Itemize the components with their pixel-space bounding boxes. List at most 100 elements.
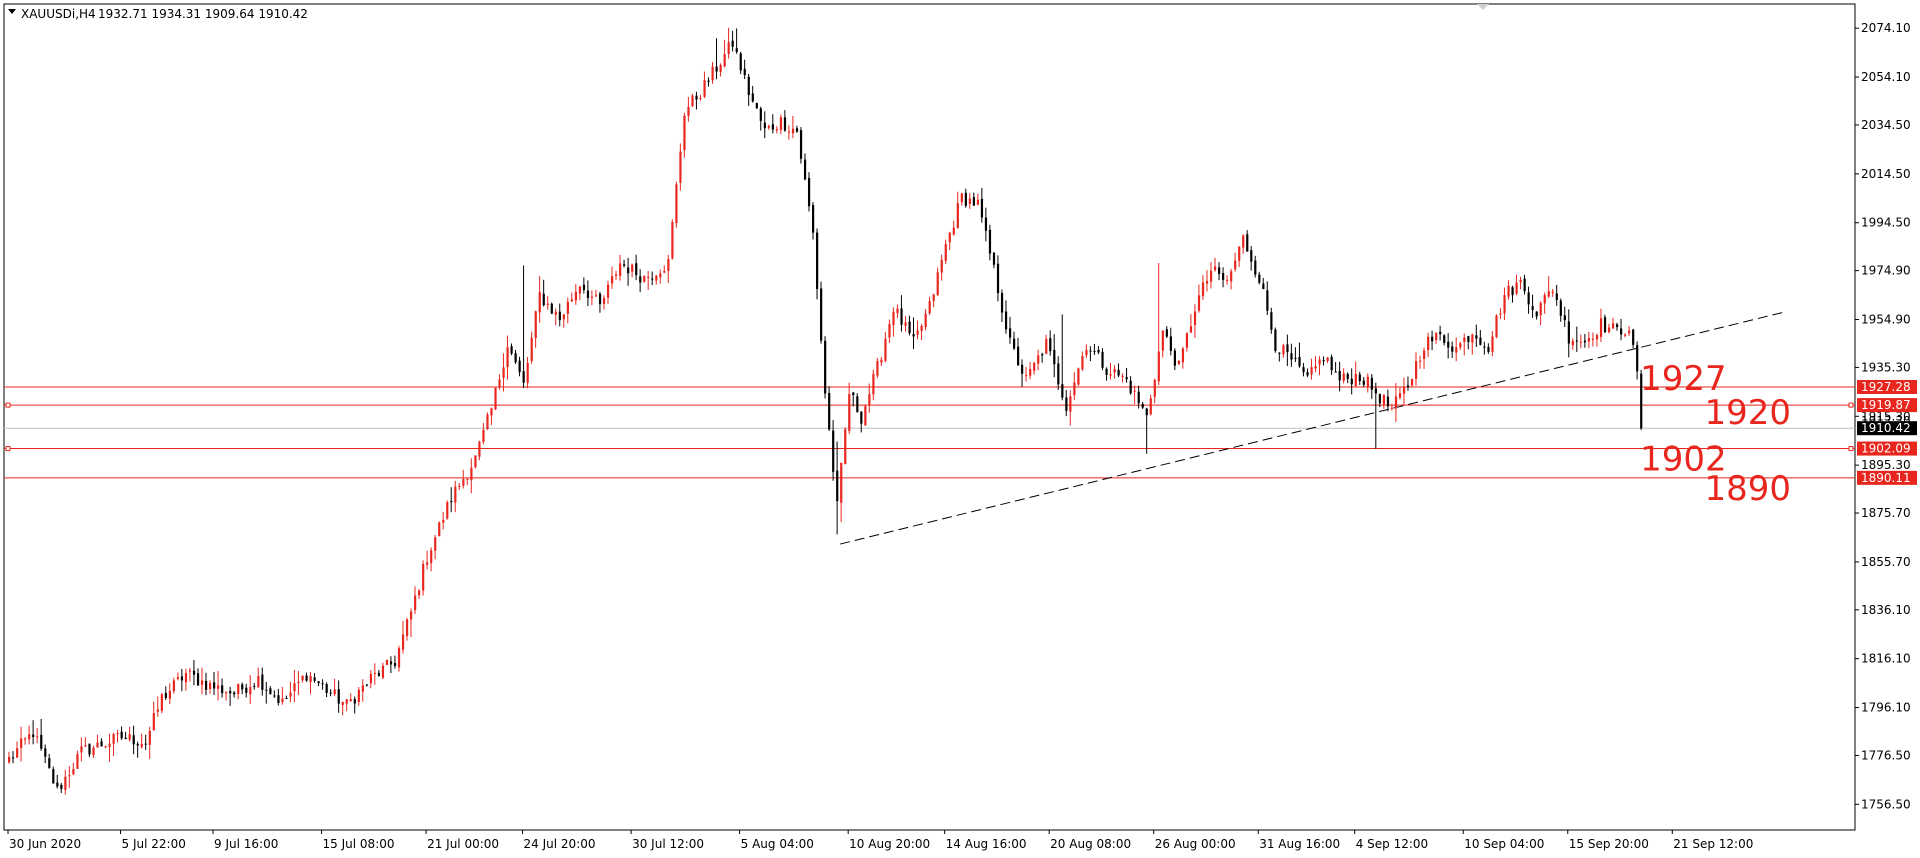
candle-body: [317, 681, 320, 684]
candle-body: [1085, 350, 1088, 356]
candle-body: [40, 734, 43, 749]
price-tick-label: 2034.50: [1861, 118, 1911, 132]
candle-body: [1406, 385, 1410, 387]
candle: [434, 534, 437, 560]
candle: [237, 683, 240, 700]
candle-body: [586, 290, 590, 298]
candle: [389, 656, 393, 674]
candle-body: [1439, 331, 1442, 335]
candle: [960, 192, 963, 206]
scroll-position-icon[interactable]: [1477, 4, 1489, 10]
candle-body: [1117, 369, 1120, 376]
candle: [1053, 334, 1056, 378]
candle-body: [1471, 334, 1474, 343]
candle: [1153, 378, 1156, 404]
candle: [1218, 262, 1221, 281]
candle-body: [52, 769, 55, 784]
candle-body: [1354, 373, 1357, 386]
candle: [265, 681, 268, 704]
candle-body: [1378, 394, 1382, 404]
candle-body: [168, 690, 171, 699]
candle-body: [1419, 360, 1422, 362]
candle: [462, 469, 465, 489]
candle-body: [526, 362, 529, 383]
candle: [820, 281, 823, 344]
candle: [1157, 263, 1160, 386]
candle-body: [1254, 260, 1257, 275]
candle-body: [64, 776, 67, 790]
candle-body: [482, 429, 485, 442]
candle: [687, 96, 690, 122]
candle: [558, 303, 561, 327]
chart-window[interactable]: XAUUSDi,H4 1932.71 1934.31 1909.64 1910.…: [0, 0, 1920, 858]
candle-body: [1097, 349, 1100, 353]
candle: [984, 207, 988, 242]
candle: [209, 680, 212, 694]
candle: [289, 681, 292, 703]
candle-body: [349, 699, 352, 702]
candle: [1185, 332, 1189, 352]
candle: [120, 726, 123, 740]
candle: [980, 187, 984, 223]
candle: [1121, 373, 1124, 383]
candle-body: [1290, 353, 1293, 360]
ohlc-header: 1932.71 1934.31 1909.64 1910.42: [98, 7, 308, 21]
candle-body: [1495, 315, 1498, 337]
candle: [619, 254, 622, 281]
candle-body: [1330, 356, 1333, 371]
candle-body: [494, 387, 497, 410]
candle: [755, 102, 758, 109]
candle: [904, 316, 907, 332]
candle: [1467, 335, 1470, 350]
candle: [285, 695, 288, 699]
candle-body: [1487, 346, 1490, 352]
candle-body: [490, 408, 493, 416]
candle: [695, 91, 698, 110]
candle: [84, 737, 87, 748]
candle-body: [1169, 336, 1172, 351]
candle: [450, 487, 453, 513]
candle: [836, 441, 839, 535]
candle: [341, 701, 344, 716]
candle-body: [659, 273, 662, 278]
candle: [1479, 329, 1482, 346]
candle: [900, 295, 903, 332]
candle: [1004, 300, 1008, 334]
candle-body: [920, 325, 923, 332]
candle-body: [305, 675, 308, 681]
candle: [225, 690, 228, 701]
candle: [221, 678, 224, 698]
candle: [245, 683, 248, 698]
candle-body: [631, 264, 634, 272]
candle-body: [1197, 295, 1201, 311]
candle: [1402, 377, 1406, 406]
candle: [550, 302, 553, 315]
candle: [333, 678, 336, 697]
candle-body: [253, 685, 256, 687]
candle-body: [1129, 380, 1132, 394]
price-annotation: 1920: [1704, 393, 1791, 433]
candle-body: [225, 692, 228, 694]
candle-body: [1045, 338, 1048, 354]
candle-body: [289, 692, 292, 697]
candle: [542, 279, 545, 307]
candle: [940, 254, 943, 281]
candle: [144, 734, 147, 750]
candle: [944, 239, 947, 265]
candle-body: [20, 738, 23, 748]
candle: [269, 686, 272, 695]
level-price-tag: 1927.28: [1861, 380, 1911, 394]
candle-body: [1201, 282, 1205, 297]
candle-body: [397, 648, 401, 668]
candle: [458, 482, 461, 491]
candle-body: [968, 198, 971, 205]
candle-body: [277, 695, 280, 703]
candle: [1398, 386, 1402, 400]
candle: [1169, 327, 1172, 356]
chart-menu-triangle-icon[interactable]: [8, 9, 16, 14]
candle: [1113, 365, 1116, 379]
candle-body: [381, 665, 385, 678]
candle-body: [655, 275, 658, 281]
price-chart[interactable]: XAUUSDi,H4 1932.71 1934.31 1909.64 1910.…: [0, 0, 1920, 858]
candle: [952, 220, 955, 236]
